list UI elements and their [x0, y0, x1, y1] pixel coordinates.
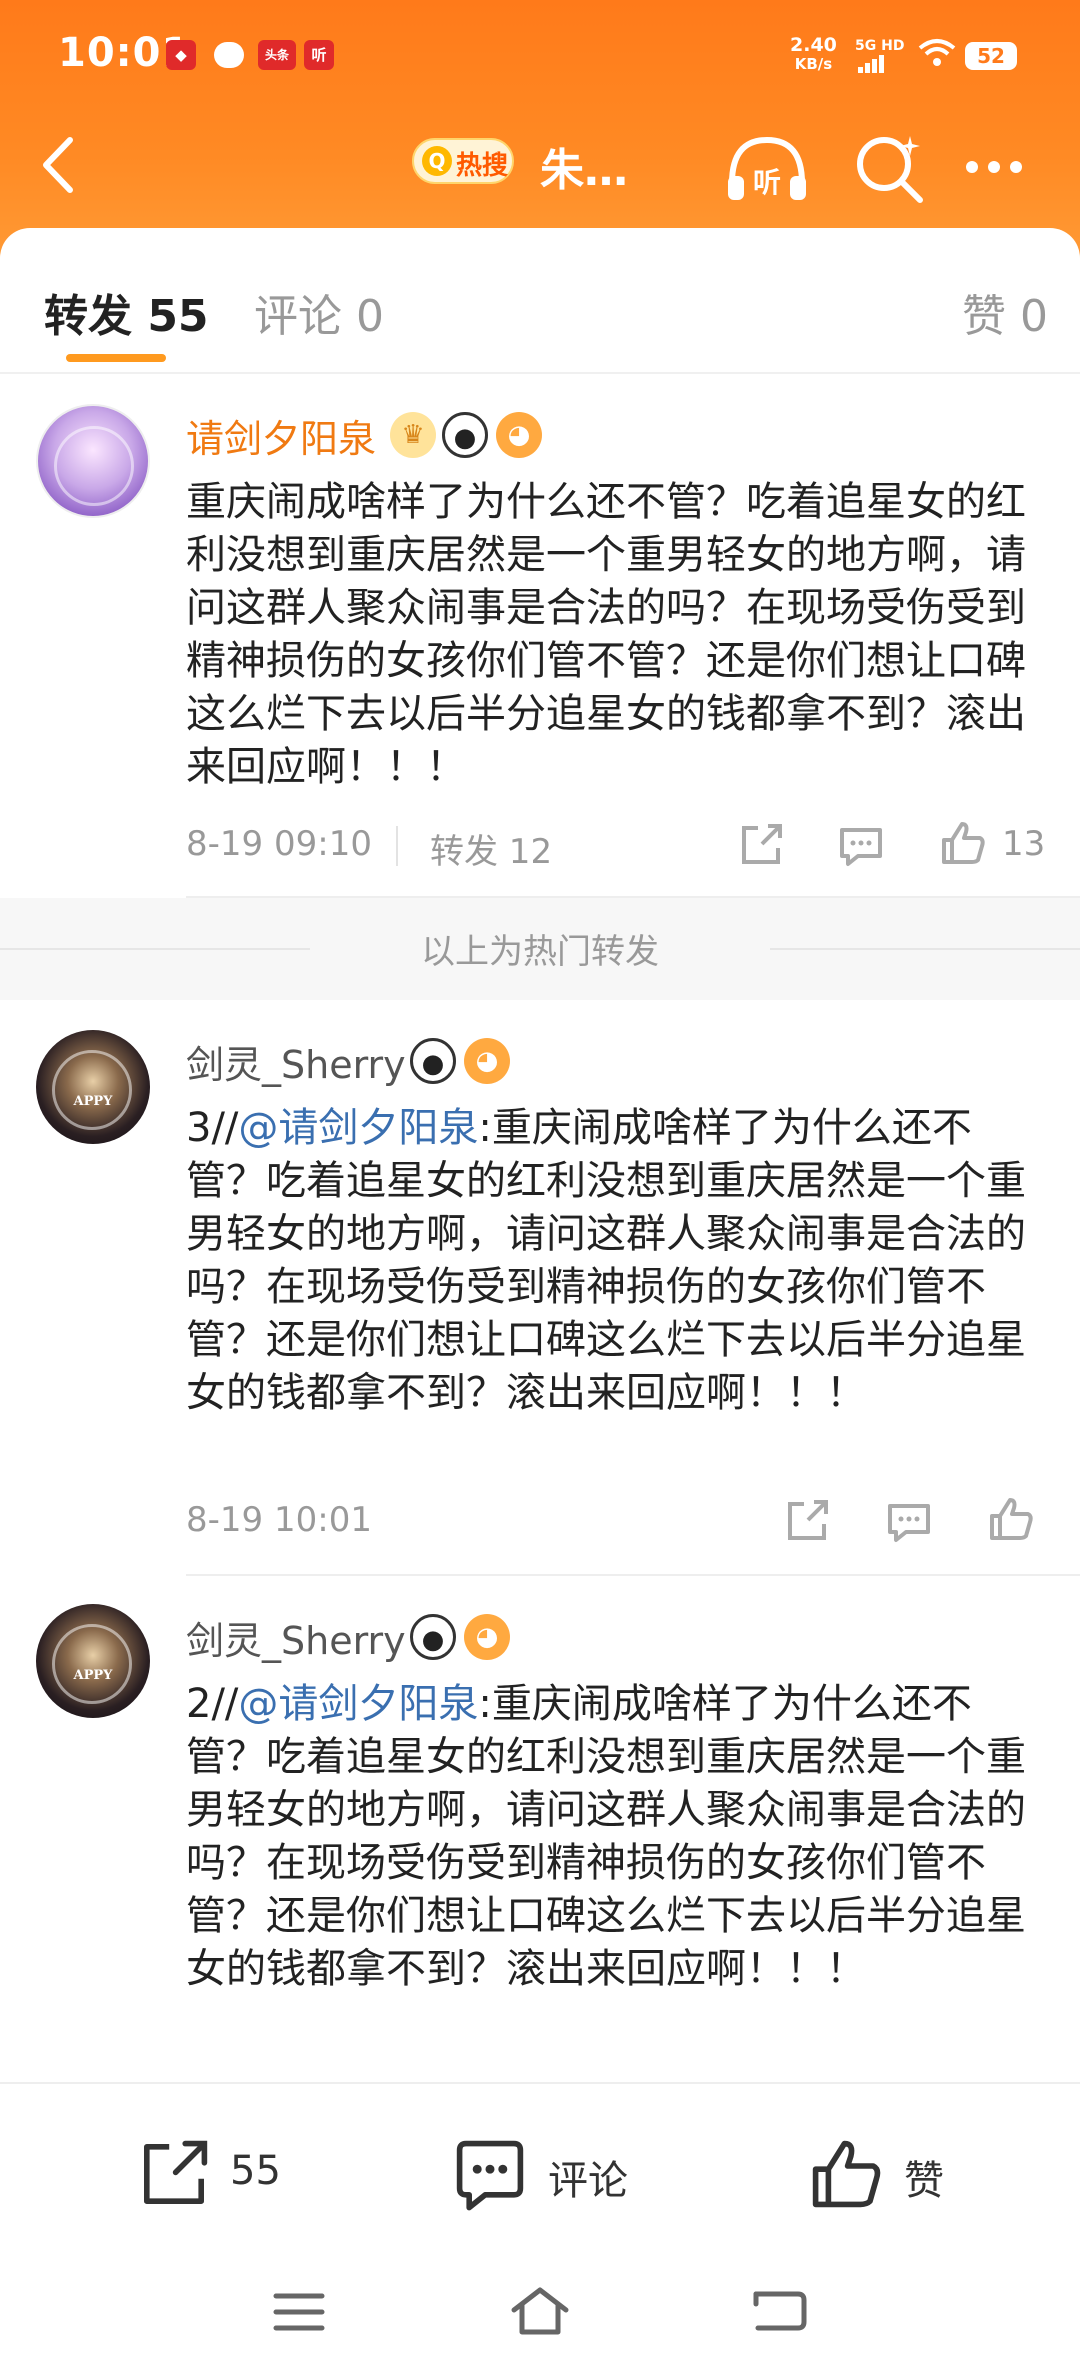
hot-search-badge[interactable]: Q 热搜 — [412, 138, 514, 184]
panda-badge-icon: ● — [442, 412, 488, 458]
panda-badge-icon: ● — [410, 1614, 456, 1660]
back-arrow-icon[interactable] — [30, 130, 90, 200]
share-icon — [144, 2140, 208, 2204]
repost-button[interactable]: 55 — [134, 2134, 294, 2214]
tab-bar: 转发 55 评论 0 赞 0 — [0, 228, 1080, 374]
home-icon[interactable] — [510, 2286, 570, 2336]
comment-button[interactable]: 评论 — [450, 2134, 640, 2214]
like-count: 13 — [1002, 824, 1046, 864]
listen-app-icon: 听 — [304, 40, 334, 70]
post-username[interactable]: 剑灵_Sherry — [186, 1034, 406, 1089]
more-icon[interactable] — [966, 158, 1036, 178]
menu-icon[interactable] — [272, 2290, 326, 2334]
meta-divider — [396, 826, 398, 866]
fish-badge-icon: ◕ — [464, 1038, 510, 1084]
like-icon[interactable] — [986, 1494, 1036, 1544]
back-icon[interactable] — [752, 2288, 808, 2334]
top-header: 10:01 ◆ 头条 听 2.40 KB/s 5G HD 52 Q 热搜 朱… — [0, 0, 1080, 260]
post-separator — [186, 1574, 1080, 1576]
post-time: 8-19 09:10 — [186, 824, 372, 864]
hot-search-icon: Q — [422, 146, 452, 176]
share-icon[interactable] — [736, 820, 786, 870]
repost-count[interactable]: 转发 12 — [430, 824, 552, 873]
chat-icon — [214, 42, 244, 68]
net-speed: 2.40 KB/s — [790, 34, 837, 74]
system-nav-bar — [0, 2256, 1080, 2376]
tab-comment[interactable]: 评论 0 — [254, 280, 384, 344]
comment-icon — [456, 2140, 524, 2211]
fish-badge-icon: ◕ — [464, 1614, 510, 1660]
hot-repost-divider: 以上为热门转发 — [0, 898, 1080, 1000]
like-icon — [812, 2140, 881, 2208]
network-type: 5G HD — [855, 38, 905, 54]
tab-repost[interactable]: 转发 55 — [44, 280, 209, 344]
avatar[interactable]: APPY — [36, 1030, 150, 1144]
panda-badge-icon: ● — [410, 1038, 456, 1084]
crown-badge-icon: ♛ — [390, 412, 436, 458]
share-icon[interactable] — [782, 1496, 832, 1546]
comment-icon[interactable] — [884, 1496, 934, 1546]
listen-icon[interactable]: 听 — [722, 128, 812, 208]
post-time: 8-19 10:01 — [186, 1500, 372, 1540]
like-icon[interactable] — [938, 818, 988, 868]
post-content[interactable]: 2//@请剑夕阳泉:重庆闹成啥样了为什么还不管？吃着追星女的红利没想到重庆居然是… — [186, 1678, 1048, 1996]
bottom-action-bar: 55 评论 赞 — [0, 2082, 1080, 2256]
mention-link[interactable]: @请剑夕阳泉 — [238, 1681, 478, 1727]
fish-badge-icon: ◕ — [496, 412, 542, 458]
status-bar: 10:01 ◆ 头条 听 2.40 KB/s 5G HD 52 — [0, 0, 1080, 110]
page-title[interactable]: 朱… — [540, 134, 628, 198]
post-content[interactable]: 重庆闹成啥样了为什么还不管？吃着追星女的红利没想到重庆居然是一个重男轻女的地方啊… — [186, 476, 1048, 794]
wifi-icon — [918, 39, 956, 66]
toutiao-icon: 头条 — [258, 40, 296, 70]
post-username[interactable]: 剑灵_Sherry — [186, 1610, 406, 1665]
post-username[interactable]: 请剑夕阳泉 — [186, 408, 376, 463]
app-notification-icon: ◆ — [166, 40, 196, 70]
battery-icon: 52 — [965, 42, 1017, 70]
comment-icon[interactable] — [836, 820, 886, 870]
post-content[interactable]: 3//@请剑夕阳泉:重庆闹成啥样了为什么还不管？吃着追星女的红利没想到重庆居然是… — [186, 1102, 1048, 1420]
tab-indicator — [66, 354, 166, 362]
hot-repost-label: 以上为热门转发 — [421, 932, 659, 972]
svg-text:听: 听 — [753, 166, 781, 199]
search-icon[interactable] — [852, 130, 928, 206]
signal-icon — [858, 54, 886, 73]
tab-like[interactable]: 赞 0 — [962, 280, 1048, 344]
avatar[interactable]: APPY — [36, 1604, 150, 1718]
avatar[interactable] — [36, 404, 150, 518]
nav-bar: Q 热搜 朱… 听 — [0, 110, 1080, 220]
like-button[interactable]: 赞 — [806, 2134, 956, 2214]
mention-link[interactable]: @请剑夕阳泉 — [238, 1105, 478, 1151]
